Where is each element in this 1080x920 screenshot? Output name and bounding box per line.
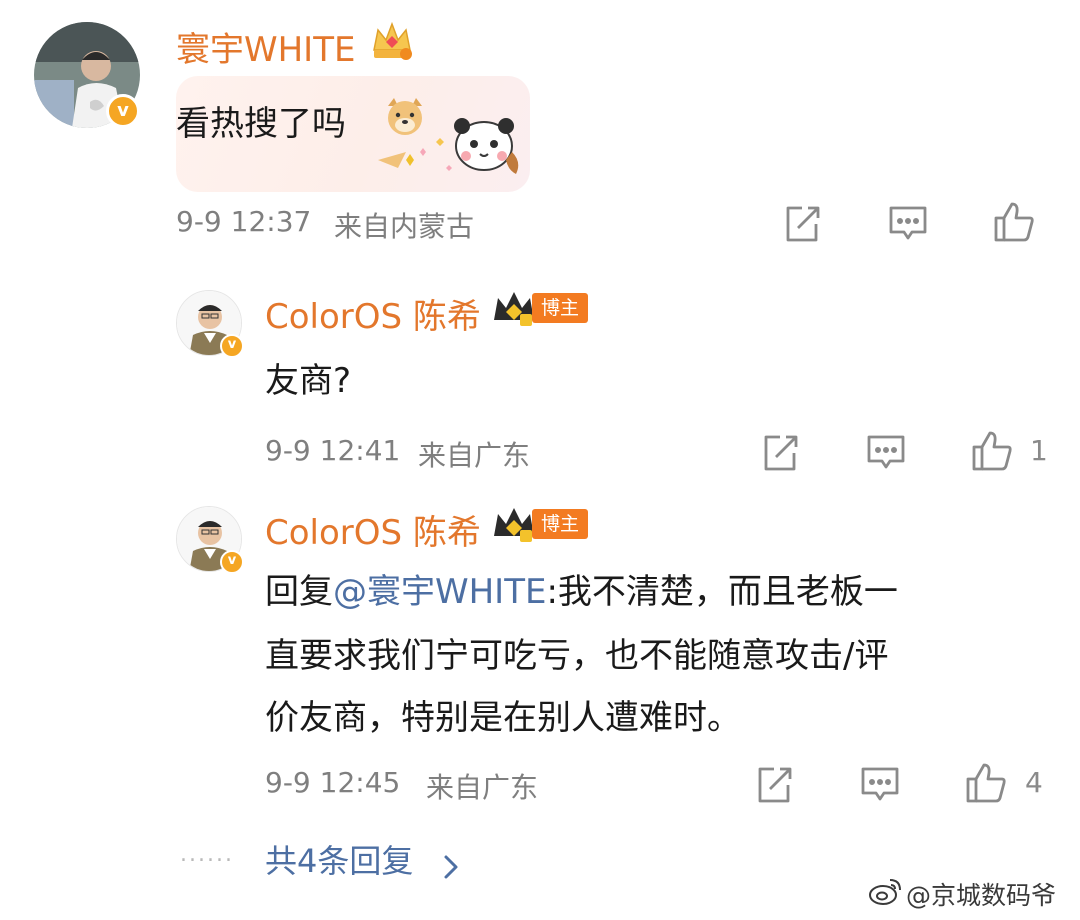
watermark-text: @京城数码爷 — [906, 881, 1057, 910]
verified-badge-icon: v — [220, 334, 244, 358]
commenter-avatar[interactable]: v — [34, 22, 140, 128]
crown-icon — [492, 290, 536, 328]
more-replies-label: 共4条回复 — [265, 842, 414, 880]
verified-badge-icon: v — [106, 94, 140, 128]
blogger-badge: 博主 — [532, 293, 589, 323]
comment-icon[interactable] — [864, 431, 908, 475]
reply2-text-line1: 回复@寰宇WHITE:我不清楚，而且老板一 — [265, 564, 898, 613]
share-icon[interactable] — [758, 431, 802, 475]
blogger-badge: 博主 — [532, 509, 589, 539]
reply1-location: 来自广东 — [418, 439, 531, 472]
crown-icon — [492, 506, 536, 544]
reply-prefix: 回复 — [265, 572, 333, 612]
reply-text: :我不清楚，而且老板一 — [546, 572, 898, 612]
more-replies-link[interactable]: 共4条回复 — [265, 836, 460, 882]
mention-link[interactable]: @寰宇WHITE — [333, 572, 546, 612]
like-count: 1 — [1030, 434, 1048, 467]
like-count: 4 — [1025, 766, 1043, 799]
share-icon[interactable] — [780, 202, 824, 246]
reply1-timestamp: 9-9 12:41 — [265, 434, 401, 467]
reply2-timestamp: 9-9 12:45 — [265, 766, 401, 799]
share-icon[interactable] — [752, 763, 796, 807]
comment-text: 看热搜了吗 — [176, 104, 346, 144]
reply2-text-line2: 直要求我们宁可吃亏，也不能随意攻击/评 — [265, 636, 889, 676]
reply2-avatar[interactable]: v — [176, 506, 244, 574]
verified-badge-icon: v — [220, 550, 244, 574]
comment-icon[interactable] — [858, 763, 902, 807]
like-icon[interactable] — [970, 429, 1014, 473]
reply2-location: 来自广东 — [426, 771, 539, 804]
comment-icon[interactable] — [886, 202, 930, 246]
weibo-logo-icon — [868, 876, 904, 906]
panda-sticker-icon — [376, 112, 526, 182]
more-replies-dots: ...... — [180, 842, 234, 867]
reply1-username[interactable]: ColorOS 陈希 — [265, 289, 481, 338]
like-icon[interactable] — [992, 200, 1036, 244]
reply1-text: 友商? — [265, 361, 352, 401]
crown-icon — [370, 20, 414, 62]
reply2-username[interactable]: ColorOS 陈希 — [265, 505, 481, 554]
like-icon[interactable] — [964, 761, 1008, 805]
commenter-username[interactable]: 寰宇WHITE — [176, 22, 355, 71]
reply1-avatar[interactable]: v — [176, 290, 244, 358]
chevron-right-icon — [442, 850, 460, 879]
reply2-text-line3: 价友商，特别是在别人遭难时。 — [265, 698, 741, 738]
comment-location: 来自内蒙古 — [334, 210, 475, 243]
comment-timestamp: 9-9 12:37 — [176, 205, 312, 238]
